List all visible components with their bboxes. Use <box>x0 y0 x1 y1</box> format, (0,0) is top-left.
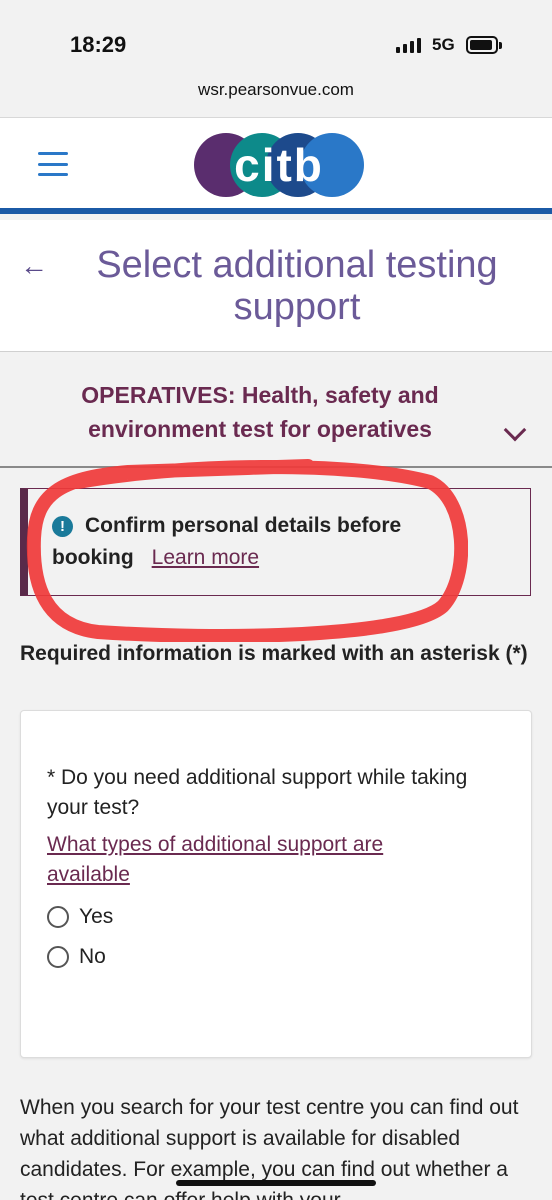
citb-logo[interactable]: citb <box>194 133 364 197</box>
exam-name: OPERATIVES: Health, safety and environme… <box>81 382 439 442</box>
alert-text: Confirm personal details before <box>85 514 402 537</box>
info-icon: ! <box>52 515 73 537</box>
support-types-link[interactable]: What types of additional support are ava… <box>47 830 467 890</box>
battery-icon <box>466 36 502 54</box>
info-alert: ! Confirm personal details before bookin… <box>20 488 531 596</box>
site-header: citb <box>0 118 552 214</box>
exam-selector[interactable]: OPERATIVES: Health, safety and environme… <box>0 352 552 468</box>
back-arrow-icon[interactable]: ← <box>20 250 48 282</box>
page-title: Select additional testing support <box>96 244 498 328</box>
menu-icon[interactable] <box>38 152 68 176</box>
radio-option-no[interactable]: No <box>47 945 106 969</box>
required-note: Required information is marked with an a… <box>20 642 528 665</box>
alert-text-continued: booking <box>52 546 134 569</box>
question-label: * Do you need additional support while t… <box>47 766 468 819</box>
home-indicator <box>176 1180 376 1186</box>
title-bar: ← Select additional testing support <box>0 220 552 352</box>
status-time: 18:29 <box>70 32 127 57</box>
radio-label-no: No <box>79 945 106 968</box>
url-bar[interactable]: wsr.pearsonvue.com <box>0 80 552 100</box>
network-label: 5G <box>432 35 455 54</box>
radio-option-yes[interactable]: Yes <box>47 905 113 929</box>
signal-icon <box>396 38 421 53</box>
browser-status-bar: 18:29 5G wsr.pearsonvue.com <box>0 0 552 118</box>
logo-text: citb <box>234 139 324 191</box>
radio-button[interactable] <box>47 946 69 968</box>
radio-label-yes: Yes <box>79 905 114 928</box>
question-card: * Do you need additional support while t… <box>20 710 532 1058</box>
learn-more-link[interactable]: Learn more <box>152 546 259 569</box>
radio-button[interactable] <box>47 906 69 928</box>
